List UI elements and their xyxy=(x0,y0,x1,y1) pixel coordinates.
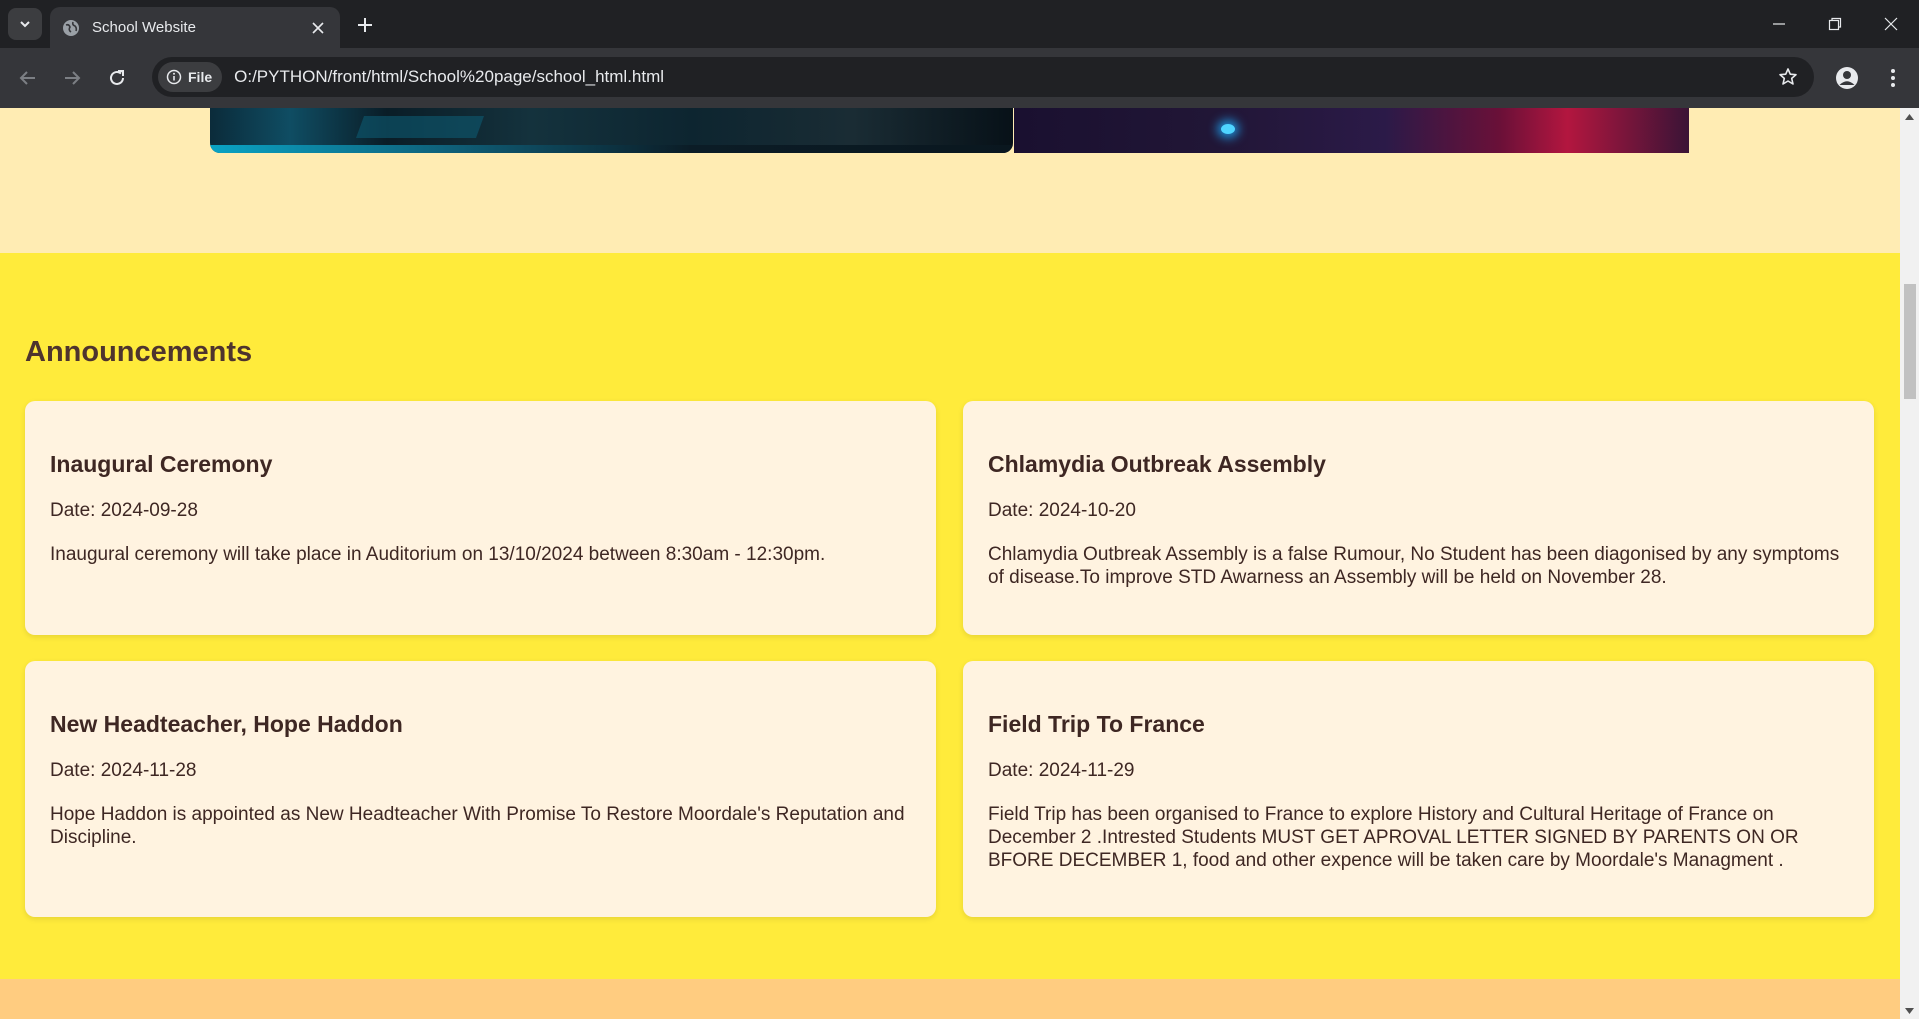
address-bar[interactable]: File O:/PYTHON/front/html/School%20page/… xyxy=(152,57,1814,97)
back-button[interactable] xyxy=(13,63,43,93)
browser-toolbar: File O:/PYTHON/front/html/School%20page/… xyxy=(0,48,1919,108)
kebab-menu-icon xyxy=(1891,69,1895,87)
announcement-date: Date: 2024-11-29 xyxy=(988,760,1135,781)
globe-icon xyxy=(63,19,79,36)
browser-menu-button[interactable] xyxy=(1877,62,1909,94)
active-tab[interactable]: School Website xyxy=(50,7,340,48)
tab-search-button[interactable] xyxy=(8,8,42,40)
announcement-description: Hope Haddon is appointed as New Headteac… xyxy=(50,804,905,848)
announcement-card: Field Trip To France Date: 2024-11-29 Fi… xyxy=(963,661,1874,917)
next-section-strip xyxy=(0,979,1900,1019)
announcement-description: Field Trip has been organised to France … xyxy=(988,804,1799,871)
announcement-description: Inaugural ceremony will take place in Au… xyxy=(50,544,826,565)
announcement-card: Chlamydia Outbreak Assembly Date: 2024-1… xyxy=(963,401,1874,635)
page-viewport: Announcements Inaugural Ceremony Date: 2… xyxy=(0,108,1900,1019)
close-window-button[interactable] xyxy=(1863,0,1919,48)
announcement-title: Field Trip To France xyxy=(988,711,1205,737)
announcements-section: Announcements Inaugural Ceremony Date: 2… xyxy=(0,253,1900,979)
window-controls xyxy=(1751,0,1919,48)
close-icon xyxy=(1884,17,1898,31)
scroll-thumb[interactable] xyxy=(1904,284,1916,399)
close-icon xyxy=(312,21,324,34)
gallery-image xyxy=(1014,108,1689,153)
announcement-date: Date: 2024-10-20 xyxy=(988,500,1136,521)
forward-button[interactable] xyxy=(57,63,87,93)
triangle-down-icon xyxy=(1905,1007,1914,1014)
tab-strip: School Website xyxy=(0,0,1919,48)
announcement-title: New Headteacher, Hope Haddon xyxy=(50,711,403,737)
scroll-up-button[interactable] xyxy=(1900,108,1919,125)
plus-icon xyxy=(358,18,372,32)
announcement-card: Inaugural Ceremony Date: 2024-09-28 Inau… xyxy=(25,401,936,635)
minimize-icon xyxy=(1773,23,1785,25)
close-tab-button[interactable] xyxy=(308,18,328,38)
announcement-card: New Headteacher, Hope Haddon Date: 2024-… xyxy=(25,661,936,917)
site-info-label: File xyxy=(188,69,213,85)
announcement-description: Chlamydia Outbreak Assembly is a false R… xyxy=(988,544,1840,588)
new-tab-button[interactable] xyxy=(350,10,380,40)
vertical-scrollbar[interactable] xyxy=(1900,108,1919,1019)
reload-icon xyxy=(110,70,124,85)
announcement-title: Chlamydia Outbreak Assembly xyxy=(988,451,1326,477)
announcement-title: Inaugural Ceremony xyxy=(50,451,273,477)
info-icon xyxy=(166,69,182,85)
chevron-down-icon xyxy=(20,21,30,28)
minimize-button[interactable] xyxy=(1751,0,1807,48)
gallery-section xyxy=(0,108,1900,253)
announcement-date: Date: 2024-11-28 xyxy=(50,760,197,781)
gallery-image xyxy=(210,108,1013,153)
scroll-down-button[interactable] xyxy=(1900,1002,1919,1019)
restore-button[interactable] xyxy=(1807,0,1863,48)
triangle-up-icon xyxy=(1905,113,1914,120)
restore-icon xyxy=(1828,17,1842,31)
reload-button[interactable] xyxy=(102,63,132,93)
back-icon xyxy=(19,71,35,85)
tab-title: School Website xyxy=(92,19,196,36)
site-info-chip[interactable]: File xyxy=(158,62,223,92)
bookmark-button[interactable] xyxy=(1770,59,1806,95)
announcement-date: Date: 2024-09-28 xyxy=(50,500,198,521)
star-icon xyxy=(1779,68,1797,85)
url-text[interactable]: O:/PYTHON/front/html/School%20page/schoo… xyxy=(234,67,1770,87)
profile-button[interactable] xyxy=(1831,62,1863,94)
profile-icon xyxy=(1836,67,1858,89)
announcements-heading: Announcements xyxy=(25,336,253,368)
forward-icon xyxy=(65,71,81,85)
